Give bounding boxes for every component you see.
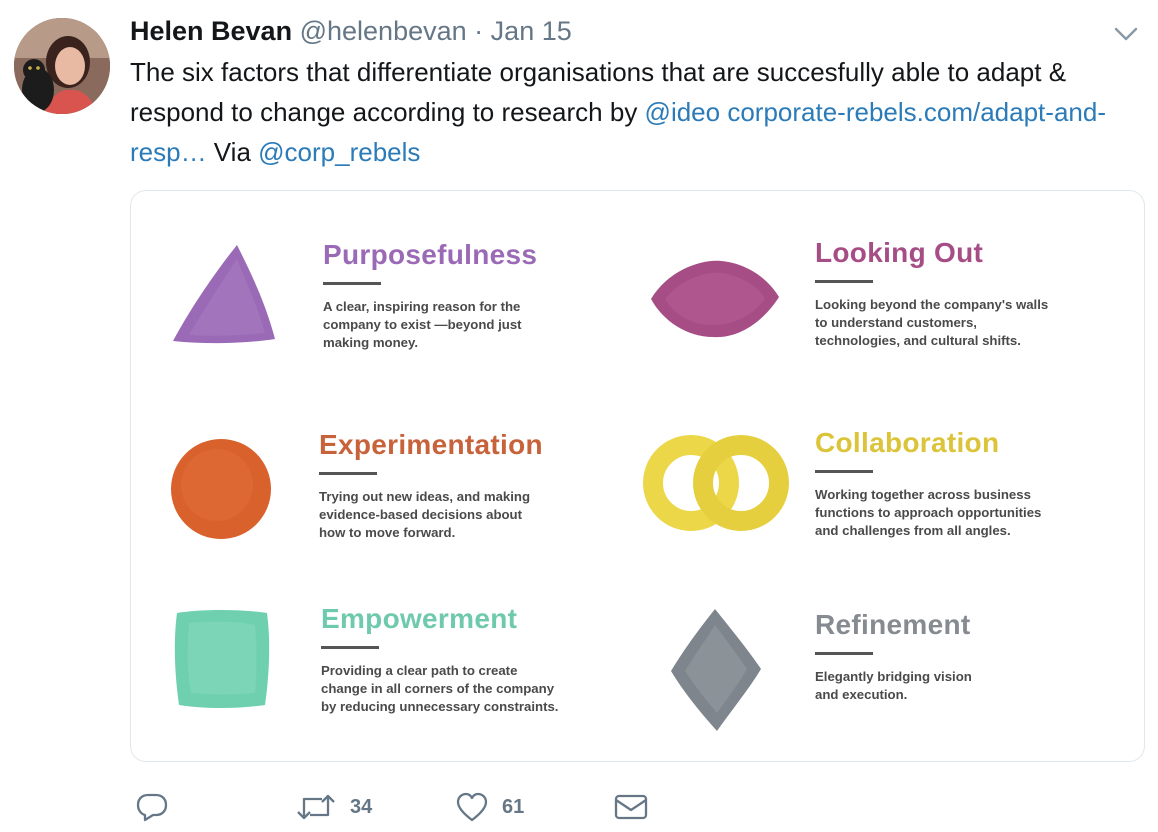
factor-empowerment: Empowerment Providing a clear path to cr… bbox=[321, 603, 558, 716]
title-underline bbox=[815, 652, 873, 655]
factor-title: Collaboration bbox=[815, 427, 1000, 458]
heart-icon bbox=[456, 792, 488, 822]
factor-refinement: Refinement Elegantly bridging vision and… bbox=[815, 609, 972, 704]
tweet-text: The six factors that differentiate organ… bbox=[130, 52, 1140, 172]
factor-description: Looking beyond the company's walls to un… bbox=[815, 296, 1048, 350]
author-name[interactable]: Helen Bevan bbox=[130, 16, 292, 46]
yellow-linked-rings-icon bbox=[643, 435, 789, 531]
factor-description: Providing a clear path to create change … bbox=[321, 662, 558, 716]
title-underline bbox=[815, 280, 873, 283]
title-underline bbox=[321, 646, 379, 649]
envelope-icon bbox=[614, 794, 648, 820]
factor-description: Working together across business functio… bbox=[815, 486, 1041, 540]
description-line: Providing a clear path to create bbox=[321, 663, 518, 678]
title-underline bbox=[323, 282, 381, 285]
author-handle[interactable]: @helenbevan bbox=[300, 16, 467, 46]
factor-description: Trying out new ideas, and making evidenc… bbox=[319, 488, 543, 542]
reply-button[interactable] bbox=[136, 790, 168, 824]
factor-title: Experimentation bbox=[319, 429, 543, 460]
description-line: how to move forward. bbox=[319, 525, 456, 540]
via-text: Via bbox=[206, 137, 259, 167]
media-card-image[interactable]: Purposefulness A clear, inspiring reason… bbox=[130, 190, 1145, 762]
factor-description: A clear, inspiring reason for the compan… bbox=[323, 298, 537, 352]
more-options-chevron-down-icon[interactable] bbox=[1113, 24, 1139, 44]
retweet-icon bbox=[297, 794, 335, 820]
tweet-date[interactable]: Jan 15 bbox=[491, 16, 572, 46]
description-line: evidence-based decisions about bbox=[319, 507, 523, 522]
mention-ideo-link[interactable]: @ideo bbox=[645, 97, 721, 127]
tweet-header: Helen Bevan @helenbevan · Jan 15 bbox=[130, 14, 572, 48]
tweet-action-bar: 34 61 bbox=[0, 780, 1158, 832]
gray-diamond-icon bbox=[671, 609, 761, 731]
reply-icon bbox=[136, 793, 168, 822]
retweet-count: 34 bbox=[350, 795, 373, 818]
magenta-eye-shape-icon bbox=[651, 260, 779, 338]
factor-title: Refinement bbox=[815, 609, 971, 640]
description-line: A clear, inspiring reason for the bbox=[323, 299, 521, 314]
factor-purposefulness: Purposefulness A clear, inspiring reason… bbox=[323, 239, 537, 352]
factor-experimentation: Experimentation Trying out new ideas, an… bbox=[319, 429, 543, 542]
description-line: functions to approach opportunities bbox=[815, 505, 1042, 520]
description-line: change in all corners of the company bbox=[321, 681, 555, 696]
retweet-button[interactable]: 34 bbox=[296, 790, 372, 824]
teal-square-icon bbox=[174, 610, 270, 708]
description-line: technologies, and cultural shifts. bbox=[815, 333, 1021, 348]
description-line: Working together across business bbox=[815, 487, 1031, 502]
factor-description: Elegantly bridging vision and execution. bbox=[815, 668, 972, 704]
description-line: to understand customers, bbox=[815, 315, 977, 330]
orange-circle-icon bbox=[171, 439, 271, 539]
direct-message-button[interactable] bbox=[614, 790, 648, 824]
description-line: Looking beyond the company's walls bbox=[815, 297, 1049, 312]
avatar-photo bbox=[14, 18, 110, 114]
mention-corp-rebels-link[interactable]: @corp_rebels bbox=[258, 137, 420, 167]
factor-collaboration: Collaboration Working together across bu… bbox=[815, 427, 1041, 540]
factor-looking-out: Looking Out Looking beyond the company's… bbox=[815, 237, 1048, 350]
like-count: 61 bbox=[502, 795, 525, 818]
description-line: and challenges from all angles. bbox=[815, 523, 1011, 538]
description-line: by reducing unnecessary constraints. bbox=[321, 699, 559, 714]
purple-triangle-icon bbox=[173, 245, 275, 344]
title-underline bbox=[815, 470, 873, 473]
description-line: and execution. bbox=[815, 687, 908, 702]
description-line: Elegantly bridging vision bbox=[815, 669, 972, 684]
separator-dot: · bbox=[474, 16, 484, 46]
description-line: Trying out new ideas, and making bbox=[319, 489, 531, 504]
factor-title: Purposefulness bbox=[323, 239, 538, 270]
factor-title: Empowerment bbox=[321, 603, 518, 634]
description-line: making money. bbox=[323, 335, 419, 350]
like-button[interactable]: 61 bbox=[456, 790, 524, 824]
description-line: company to exist —beyond just bbox=[323, 317, 522, 332]
title-underline bbox=[319, 472, 377, 475]
avatar[interactable] bbox=[14, 18, 110, 114]
factor-title: Looking Out bbox=[815, 237, 984, 268]
